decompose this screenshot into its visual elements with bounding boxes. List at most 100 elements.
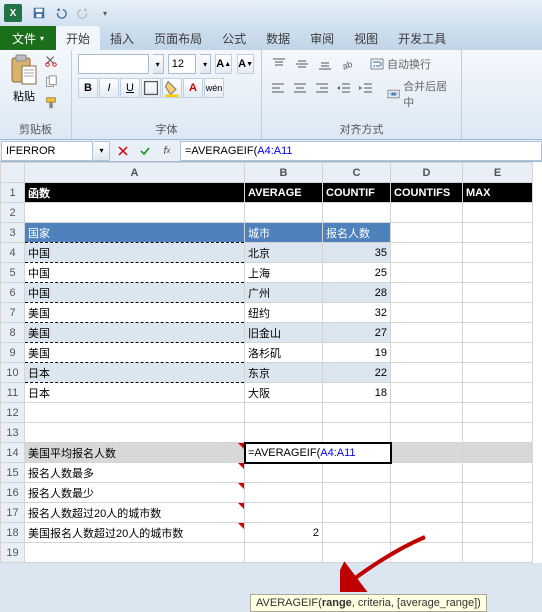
row-header[interactable]: 13 (1, 423, 25, 443)
cell[interactable] (391, 303, 463, 323)
align-center-icon[interactable] (290, 78, 311, 98)
phonetic-button[interactable]: wén (204, 78, 224, 98)
cell[interactable]: 美国平均报名人数 (25, 443, 245, 463)
chevron-down-icon[interactable]: ▾ (200, 54, 211, 74)
cell[interactable] (25, 403, 245, 423)
cell[interactable]: 美国 (25, 323, 245, 343)
cell[interactable]: 广州 (245, 283, 323, 303)
row-header[interactable]: 5 (1, 263, 25, 283)
cell[interactable] (323, 403, 391, 423)
cell[interactable] (391, 443, 463, 463)
row-header[interactable]: 10 (1, 363, 25, 383)
chevron-down-icon[interactable]: ▾ (153, 54, 164, 74)
row-header[interactable]: 8 (1, 323, 25, 343)
tab-insert[interactable]: 插入 (100, 26, 144, 50)
redo-icon[interactable] (73, 3, 93, 23)
row-header[interactable]: 18 (1, 523, 25, 543)
cell[interactable]: 报名人数最少 (25, 483, 245, 503)
increase-font-icon[interactable]: A▲ (215, 54, 232, 74)
cell[interactable]: 18 (323, 383, 391, 403)
cell[interactable]: 城市 (245, 223, 323, 243)
cell[interactable] (323, 463, 391, 483)
align-middle-icon[interactable] (291, 54, 313, 74)
cell[interactable] (391, 223, 463, 243)
cell[interactable] (391, 203, 463, 223)
cell[interactable] (391, 463, 463, 483)
decrease-indent-icon[interactable] (333, 78, 354, 98)
cell[interactable]: 上海 (245, 263, 323, 283)
cell[interactable]: 28 (323, 283, 391, 303)
tab-page-layout[interactable]: 页面布局 (144, 26, 212, 50)
worksheet-grid[interactable]: A B C D E 1 函数 AVERAGE COUNTIF COUNTIFS … (0, 162, 542, 563)
row-header[interactable]: 6 (1, 283, 25, 303)
row-header[interactable]: 15 (1, 463, 25, 483)
cell[interactable]: 美国 (25, 343, 245, 363)
cell[interactable]: 27 (323, 323, 391, 343)
cell[interactable]: AVERAGE (245, 183, 323, 203)
row-header[interactable]: 4 (1, 243, 25, 263)
row-header[interactable]: 12 (1, 403, 25, 423)
name-box[interactable]: IFERROR (1, 141, 93, 161)
cell[interactable] (463, 503, 533, 523)
format-painter-icon[interactable] (44, 96, 58, 113)
font-name-select[interactable] (78, 54, 149, 74)
cell[interactable] (391, 503, 463, 523)
font-size-select[interactable]: 12 (168, 54, 196, 74)
tab-developer[interactable]: 开发工具 (388, 26, 456, 50)
cell[interactable]: 22 (323, 363, 391, 383)
name-box-dropdown[interactable]: ▾ (94, 141, 110, 161)
cell[interactable] (391, 343, 463, 363)
orientation-icon[interactable]: ab (337, 54, 359, 74)
cell[interactable]: 报名人数 (323, 223, 391, 243)
copy-icon[interactable] (44, 75, 58, 92)
cell[interactable] (391, 403, 463, 423)
font-color-button[interactable]: A (183, 78, 203, 98)
cell[interactable] (463, 523, 533, 543)
col-header-C[interactable]: C (323, 163, 391, 183)
cell[interactable] (391, 283, 463, 303)
cut-icon[interactable] (44, 54, 58, 71)
cell[interactable]: 35 (323, 243, 391, 263)
cell[interactable]: 2 (245, 523, 323, 543)
undo-icon[interactable] (51, 3, 71, 23)
cell[interactable] (391, 383, 463, 403)
cell[interactable] (245, 503, 323, 523)
cell[interactable]: 美国报名人数超过20人的城市数 (25, 523, 245, 543)
cell[interactable] (463, 343, 533, 363)
border-button[interactable] (141, 78, 161, 98)
active-cell[interactable]: =AVERAGEIF(A4:A11 (245, 443, 391, 463)
col-header-E[interactable]: E (463, 163, 533, 183)
cell[interactable] (245, 403, 323, 423)
cell[interactable] (463, 223, 533, 243)
cell[interactable]: 19 (323, 343, 391, 363)
cell[interactable]: 中国 (25, 263, 245, 283)
cell[interactable] (245, 483, 323, 503)
col-header-B[interactable]: B (245, 163, 323, 183)
cell[interactable] (463, 283, 533, 303)
save-icon[interactable] (29, 3, 49, 23)
cell[interactable] (391, 423, 463, 443)
underline-button[interactable]: U (120, 78, 140, 98)
cell[interactable]: COUNTIFS (391, 183, 463, 203)
cell[interactable]: COUNTIF (323, 183, 391, 203)
fill-color-button[interactable] (162, 78, 182, 98)
row-header[interactable]: 1 (1, 183, 25, 203)
cell[interactable]: MAX (463, 183, 533, 203)
row-header[interactable]: 2 (1, 203, 25, 223)
cell[interactable] (323, 423, 391, 443)
cell[interactable] (25, 543, 245, 563)
paste-button[interactable]: 粘贴 (6, 54, 42, 113)
cell[interactable] (463, 243, 533, 263)
tab-file[interactable]: 文件▾ (0, 26, 56, 50)
cell[interactable]: 北京 (245, 243, 323, 263)
cell[interactable]: 国家 (25, 223, 245, 243)
cell[interactable]: 纽约 (245, 303, 323, 323)
cell[interactable]: 25 (323, 263, 391, 283)
cell[interactable] (245, 203, 323, 223)
tab-view[interactable]: 视图 (344, 26, 388, 50)
tab-review[interactable]: 审阅 (300, 26, 344, 50)
tab-formulas[interactable]: 公式 (212, 26, 256, 50)
cell[interactable] (463, 303, 533, 323)
formula-input[interactable]: =AVERAGEIF(A4:A11 (180, 141, 542, 161)
enter-formula-icon[interactable] (134, 141, 156, 161)
